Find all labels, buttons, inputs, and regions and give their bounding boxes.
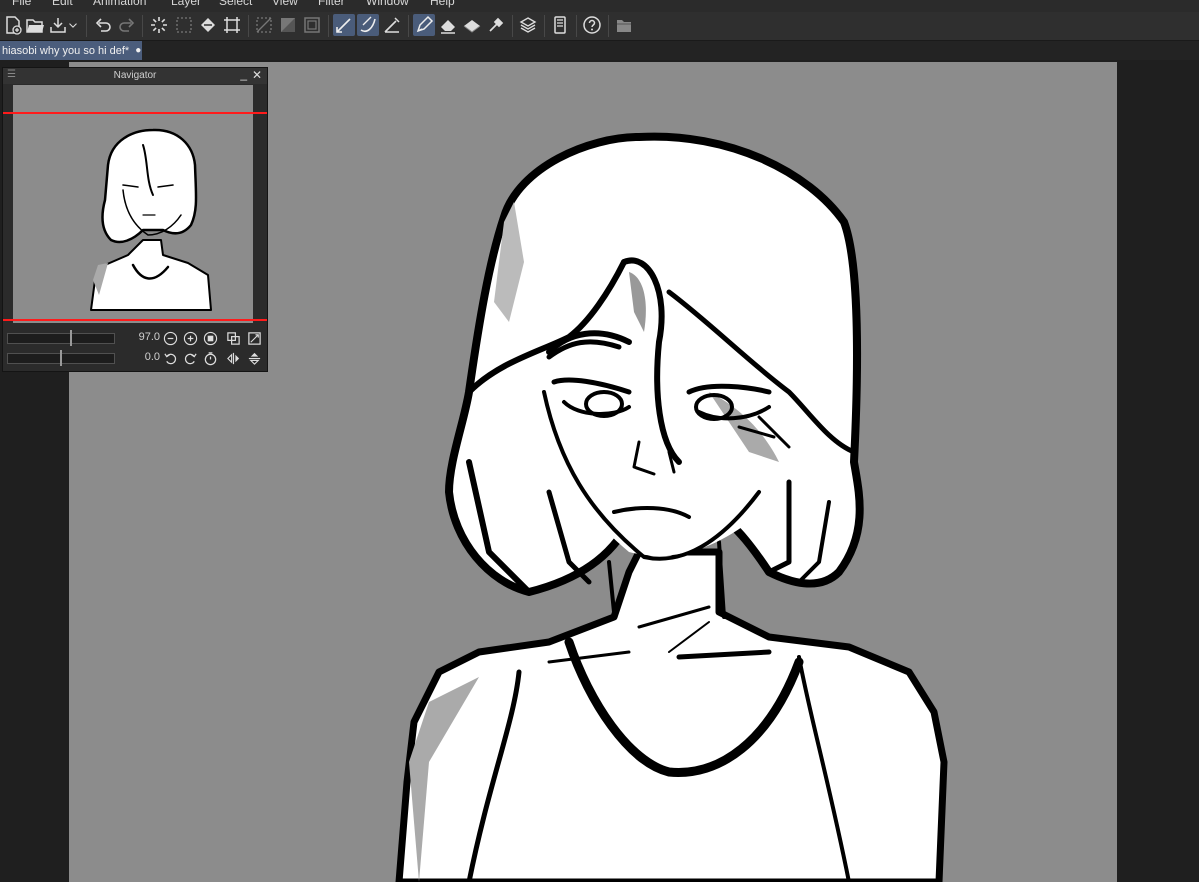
menu-edit[interactable]: Edit [52,0,73,8]
view-frame-bottom [3,319,267,321]
toolbar-divider [142,15,143,37]
new-file-icon[interactable] [2,14,24,36]
menu-animation[interactable]: Animation [93,0,146,8]
navigator-thumbnail [90,128,212,311]
flip-horizontal-icon[interactable] [225,350,242,367]
toolbar-divider [408,15,409,37]
zoom-in-icon[interactable] [182,330,199,347]
menu-view[interactable]: View [272,0,298,8]
device-icon[interactable] [549,14,571,36]
clear-icon[interactable] [173,14,195,36]
view-frame-top [3,112,267,114]
unsaved-indicator: ● [135,45,142,56]
redo-icon[interactable] [116,14,138,36]
menu-filter[interactable]: Filter [318,0,345,8]
help-icon[interactable] [581,14,603,36]
toolbar-divider [248,15,249,37]
pen-icon[interactable] [413,14,435,36]
menu-select[interactable]: Select [219,0,252,8]
toolbar-divider [576,15,577,37]
command-bar [0,12,1199,41]
zoom-value: 97.0 [138,331,160,343]
zoom-out-icon[interactable] [162,330,179,347]
document-tab-title: hiasobi why you so hi def* [2,44,130,57]
navigator-header[interactable]: ☰ Navigator _ ✕ [3,67,267,84]
fit-icon[interactable] [202,330,219,347]
menu-window[interactable]: Window [366,0,409,8]
transparent-color-icon[interactable] [461,14,483,36]
curve-snap-icon[interactable] [357,14,379,36]
fill-window-icon[interactable] [246,330,263,347]
menu-bar: File Edit Animation Layer Select View Fi… [0,0,1199,12]
toolbar-divider [86,15,87,37]
toolbar-divider [512,15,513,37]
rotation-slider[interactable] [7,350,115,366]
zoom-slider[interactable] [7,330,115,346]
close-button[interactable]: ✕ [252,68,262,82]
navigator-controls: 97.0 0.0 [3,326,267,371]
actual-size-icon[interactable] [225,330,242,347]
minimize-button[interactable]: _ [240,67,247,81]
flip-vertical-icon[interactable] [246,350,263,367]
selection-border-icon[interactable] [301,14,323,36]
toolbar-divider [608,15,609,37]
navigator-panel: ☰ Navigator _ ✕ 97.0 0.0 [2,67,268,372]
zoom-slider-thumb[interactable] [70,330,72,346]
toolbar-divider [328,15,329,37]
navigator-preview[interactable] [13,85,253,323]
loading-icon[interactable] [148,14,170,36]
open-folder-icon[interactable] [24,14,46,36]
deselect-icon[interactable] [253,14,275,36]
menu-file[interactable]: File [12,0,31,8]
chevron-down-icon[interactable] [66,14,80,36]
pen-snap-icon[interactable] [333,14,355,36]
folder-icon[interactable] [613,14,635,36]
menu-layer[interactable]: Layer [171,0,201,8]
eyedropper-icon[interactable] [485,14,507,36]
ruler-snap-icon[interactable] [381,14,403,36]
navigator-title: Navigator [113,70,157,81]
reset-rotation-icon[interactable] [202,350,219,367]
rotate-left-icon[interactable] [162,350,179,367]
undo-icon[interactable] [92,14,114,36]
document-tab[interactable]: hiasobi why you so hi def* ● [0,41,142,60]
rotate-right-icon[interactable] [182,350,199,367]
layer-icon[interactable] [517,14,539,36]
rotation-slider-thumb[interactable] [60,350,62,366]
transform-icon[interactable] [221,14,243,36]
eraser-icon[interactable] [437,14,459,36]
menu-help[interactable]: Help [430,0,455,8]
toolbar-divider [544,15,545,37]
rotation-value: 0.0 [144,351,160,363]
invert-selection-icon[interactable] [277,14,299,36]
fill-icon[interactable] [197,14,219,36]
document-tab-bar: hiasobi why you so hi def* ● [0,41,1199,60]
